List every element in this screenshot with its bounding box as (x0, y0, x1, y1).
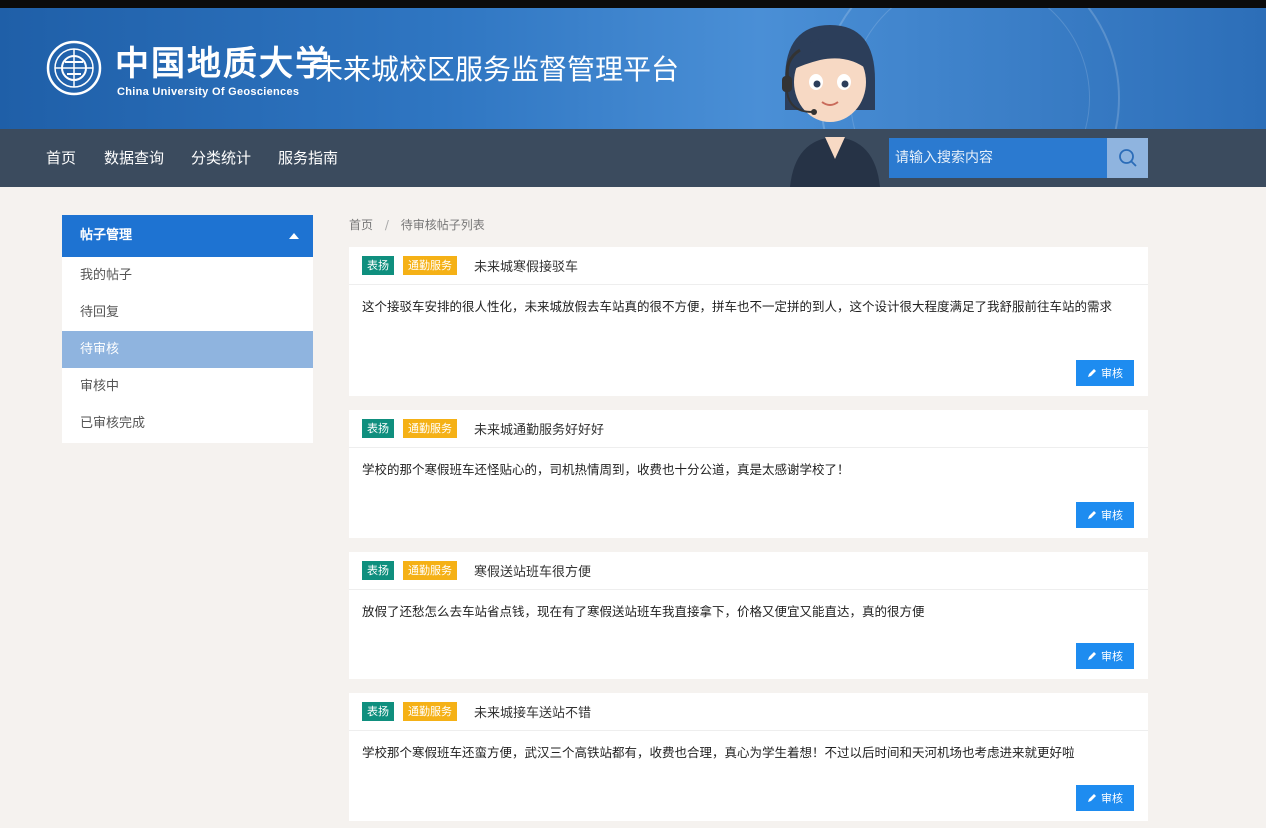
praise-tag: 表扬 (362, 702, 394, 721)
post-card-header: 表扬 通勤服务 未来城通勤服务好好好 (349, 410, 1148, 448)
review-button-label: 审核 (1101, 509, 1123, 522)
post-card: 表扬 通勤服务 未来城接车送站不错 学校那个寒假班车还蛮方便，武汉三个高铁站都有… (349, 693, 1148, 821)
header-banner: 中国地质大学 China University Of Geosciences 未… (0, 8, 1266, 129)
review-button-label: 审核 (1101, 367, 1123, 380)
review-button[interactable]: 审核 (1076, 502, 1134, 528)
post-title[interactable]: 未来城通勤服务好好好 (474, 419, 604, 438)
review-button-label: 审核 (1101, 792, 1123, 805)
category-tag: 通勤服务 (403, 256, 457, 275)
search-button[interactable] (1107, 138, 1148, 178)
post-card-header: 表扬 通勤服务 未来城寒假接驳车 (349, 247, 1148, 285)
nav-category-stats[interactable]: 分类统计 (191, 129, 251, 187)
platform-title: 未来城校区服务监督管理平台 (315, 54, 680, 85)
customer-service-agent-icon (782, 25, 875, 122)
post-title[interactable]: 未来城寒假接驳车 (474, 256, 578, 275)
nav-service-guide[interactable]: 服务指南 (278, 129, 338, 187)
search-icon (1118, 149, 1137, 167)
pencil-icon (1088, 652, 1096, 660)
post-card: 表扬 通勤服务 未来城寒假接驳车 这个接驳车安排的很人性化，未来城放假去车站真的… (349, 247, 1148, 396)
sidebar-item-reviewed[interactable]: 已审核完成 (62, 405, 313, 442)
post-content: 这个接驳车安排的很人性化，未来城放假去车站真的很不方便，拼车也不一定拼的到人，这… (362, 299, 1113, 314)
category-tag: 通勤服务 (403, 419, 457, 438)
breadcrumb-home[interactable]: 首页 (349, 218, 373, 232)
university-name-cn: 中国地质大学 (115, 44, 331, 84)
post-content: 学校的那个寒假班车还怪贴心的，司机热情周到，收费也十分公道，真是太感谢学校了！ (362, 462, 850, 477)
nav-home[interactable]: 首页 (46, 129, 76, 187)
breadcrumb-current: 待审核帖子列表 (400, 218, 485, 232)
praise-tag: 表扬 (362, 256, 394, 275)
sidebar: 帖子管理 我的帖子 待回复 待审核 审核中 已审核完成 (62, 215, 313, 443)
sidebar-item-pending-reply[interactable]: 待回复 (62, 294, 313, 331)
university-emblem-icon (46, 40, 102, 96)
pencil-icon (1088, 794, 1096, 802)
sidebar-item-my-posts[interactable]: 我的帖子 (62, 257, 313, 294)
search-input[interactable] (889, 138, 1107, 178)
sidebar-header-label: 帖子管理 (80, 228, 133, 243)
nav-data-query[interactable]: 数据查询 (104, 129, 164, 187)
review-button-label: 审核 (1101, 650, 1123, 663)
caret-up-icon (289, 233, 299, 239)
agent-body-icon (790, 137, 880, 187)
post-title[interactable]: 寒假送站班车很方便 (474, 561, 591, 580)
praise-tag: 表扬 (362, 419, 394, 438)
pencil-icon (1088, 369, 1096, 377)
pencil-icon (1088, 511, 1096, 519)
post-card-header: 表扬 通勤服务 未来城接车送站不错 (349, 693, 1148, 731)
university-name-en: China University Of Geosciences (117, 86, 300, 98)
post-title[interactable]: 未来城接车送站不错 (474, 702, 591, 721)
post-card-header: 表扬 通勤服务 寒假送站班车很方便 (349, 552, 1148, 590)
sidebar-item-pending-review[interactable]: 待审核 (62, 331, 313, 368)
review-button[interactable]: 审核 (1076, 643, 1134, 669)
post-card: 表扬 通勤服务 寒假送站班车很方便 放假了还愁怎么去车站省点钱，现在有了寒假送站… (349, 552, 1148, 679)
post-card: 表扬 通勤服务 未来城通勤服务好好好 学校的那个寒假班车还怪贴心的，司机热情周到… (349, 410, 1148, 538)
praise-tag: 表扬 (362, 561, 394, 580)
review-button[interactable]: 审核 (1076, 785, 1134, 811)
category-tag: 通勤服务 (403, 561, 457, 580)
category-tag: 通勤服务 (403, 702, 457, 721)
sidebar-item-under-review[interactable]: 审核中 (62, 368, 313, 405)
breadcrumb-separator: / (384, 218, 389, 232)
review-button[interactable]: 审核 (1076, 360, 1134, 386)
breadcrumb: 首页 / 待审核帖子列表 (349, 216, 485, 233)
post-content: 放假了还愁怎么去车站省点钱，现在有了寒假送站班车我直接拿下，价格又便宜又能直达，… (362, 604, 925, 619)
top-strip (0, 0, 1266, 8)
post-content: 学校那个寒假班车还蛮方便，武汉三个高铁站都有，收费也合理，真心为学生着想！不过以… (362, 745, 1075, 760)
sidebar-header-post-management[interactable]: 帖子管理 (62, 215, 313, 257)
